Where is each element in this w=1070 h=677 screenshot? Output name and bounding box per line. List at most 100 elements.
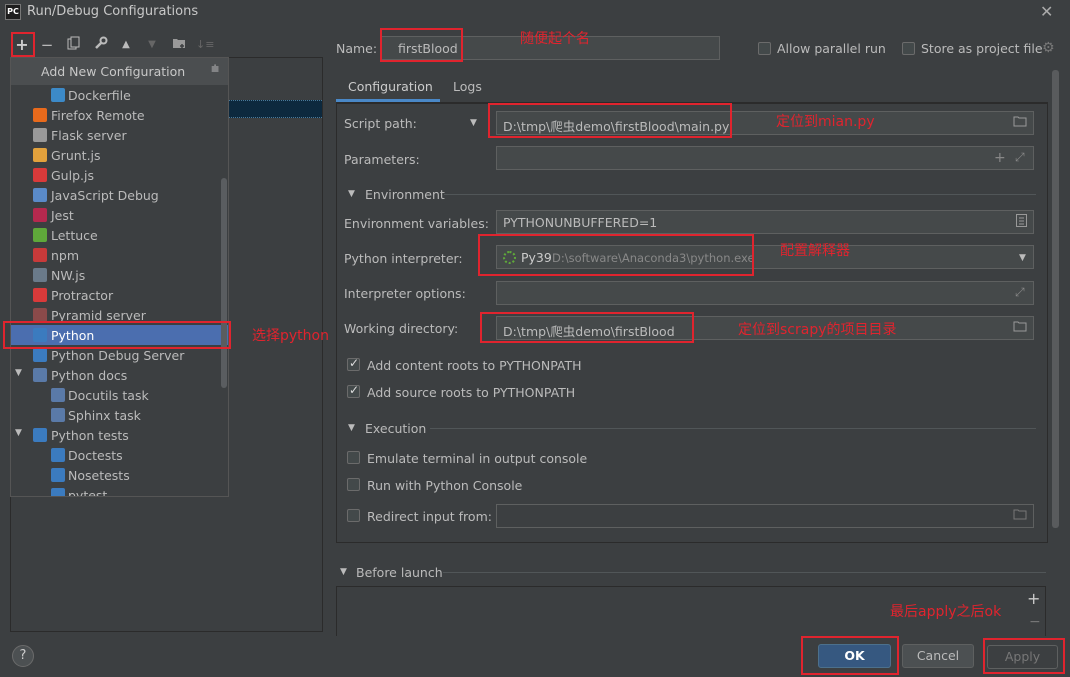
expand-icon[interactable]: ⤢: [1015, 150, 1025, 165]
form-scrollbar[interactable]: [1052, 70, 1059, 528]
env-vars-input[interactable]: PYTHONUNBUFFERED=1: [496, 210, 1034, 234]
help-button[interactable]: ?: [12, 645, 34, 667]
js-debug-icon: [33, 188, 47, 202]
python-debug-icon: [33, 348, 47, 362]
interpreter-dropdown-icon[interactable]: ▼: [1019, 253, 1026, 263]
popup-item-label: NW.js: [51, 268, 86, 283]
tab-configuration[interactable]: Configuration: [348, 79, 433, 94]
popup-item-pytest[interactable]: pytest: [11, 485, 228, 496]
execution-divider: [430, 428, 1036, 429]
parameters-input[interactable]: [496, 146, 1034, 170]
popup-item-label: Lettuce: [51, 228, 98, 243]
collapse-all-icon[interactable]: ⩧: [211, 61, 219, 77]
docker-icon: [51, 88, 65, 102]
python-highlight: [3, 321, 231, 349]
popup-item-sphinx-task[interactable]: Sphinx task: [11, 405, 228, 425]
expand-arrow-icon[interactable]: ▼: [15, 428, 22, 438]
folder-browse-icon[interactable]: [1013, 320, 1028, 335]
working-dir-highlight: [480, 312, 694, 343]
ok-highlight: [801, 636, 899, 675]
add-content-roots-checkbox[interactable]: [347, 356, 360, 371]
npm-icon: [33, 248, 47, 262]
script-type-dropdown-icon[interactable]: ▼: [470, 118, 477, 128]
jest-icon: [33, 208, 47, 222]
popup-scrollbar[interactable]: [221, 178, 227, 388]
add-source-roots-checkbox[interactable]: [347, 383, 360, 398]
store-project-label: Store as project file: [921, 41, 1043, 56]
popup-item-nw-js[interactable]: NW.js: [11, 265, 228, 285]
nwjs-icon: [33, 268, 47, 282]
popup-item-flask-server[interactable]: Flask server: [11, 125, 228, 145]
interpreter-options-input[interactable]: [496, 281, 1034, 305]
popup-item-gulp-js[interactable]: Gulp.js: [11, 165, 228, 185]
remove-configuration-button[interactable]: −: [38, 36, 56, 54]
working-dir-label: Working directory:: [344, 321, 459, 336]
grunt-icon: [33, 148, 47, 162]
allow-parallel-checkbox[interactable]: [758, 42, 771, 55]
execution-section-title: Execution: [365, 421, 427, 436]
redirect-input-checkbox[interactable]: [347, 509, 360, 522]
python-annotation: 选择python: [252, 328, 329, 344]
environment-collapse-icon[interactable]: ▼: [348, 189, 355, 199]
apply-highlight: [983, 638, 1065, 674]
python-tests-icon: [51, 488, 65, 496]
redirect-input-label: Redirect input from:: [367, 509, 492, 524]
emulate-terminal-checkbox[interactable]: [347, 451, 360, 464]
popup-item-python-docs[interactable]: ▼ Python docs: [11, 365, 228, 385]
folder-browse-icon[interactable]: [1013, 115, 1028, 130]
execution-collapse-icon[interactable]: ▼: [348, 423, 355, 433]
name-label: Name:: [336, 41, 378, 56]
add-content-roots-label: Add content roots to PYTHONPATH: [367, 358, 582, 373]
popup-item-label: Doctests: [68, 448, 123, 463]
close-icon[interactable]: ✕: [1040, 2, 1053, 21]
wrench-icon[interactable]: [92, 36, 110, 54]
before-launch-collapse-icon[interactable]: ▼: [340, 567, 347, 577]
expand-arrow-icon[interactable]: ▼: [15, 368, 22, 378]
add-parameter-icon[interactable]: +: [994, 150, 1006, 166]
new-folder-icon[interactable]: [170, 36, 188, 54]
parameters-label: Parameters:: [344, 152, 420, 167]
apply-annotation: 最后apply之后ok: [890, 604, 1002, 620]
popup-item-firefox-remote[interactable]: Firefox Remote: [11, 105, 228, 125]
docs-icon: [51, 388, 65, 402]
popup-item-javascript-debug[interactable]: JavaScript Debug: [11, 185, 228, 205]
expand-options-icon[interactable]: ⤢: [1015, 285, 1025, 300]
move-up-icon[interactable]: ▲: [117, 36, 135, 54]
move-down-icon: ▼: [148, 39, 156, 50]
copy-icon[interactable]: [65, 36, 83, 54]
popup-item-label: Jest: [51, 208, 74, 223]
popup-item-label: Nosetests: [68, 468, 130, 483]
name-highlight: [380, 28, 463, 62]
folder-browse-icon: [1013, 508, 1028, 523]
before-launch-title: Before launch: [356, 565, 443, 580]
popup-item-lettuce[interactable]: Lettuce: [11, 225, 228, 245]
popup-item-dockerfile[interactable]: Dockerfile: [11, 85, 228, 105]
popup-item-docutils-task[interactable]: Docutils task: [11, 385, 228, 405]
popup-item-nosetests[interactable]: Nosetests: [11, 465, 228, 485]
flask-icon: [33, 128, 47, 142]
popup-item-label: Gulp.js: [51, 168, 94, 183]
cancel-button[interactable]: Cancel: [902, 644, 974, 668]
popup-item-doctests[interactable]: Doctests: [11, 445, 228, 465]
pycharm-app-icon: PC: [5, 4, 21, 20]
tab-logs[interactable]: Logs: [453, 79, 482, 94]
gulp-icon: [33, 168, 47, 182]
gear-icon[interactable]: ⚙: [1042, 40, 1055, 56]
script-path-label: Script path:: [344, 116, 417, 131]
popup-item-label: Grunt.js: [51, 148, 101, 163]
python-tests-icon: [51, 448, 65, 462]
popup-item-label: Dockerfile: [68, 88, 131, 103]
popup-item-python-tests[interactable]: ▼ Python tests: [11, 425, 228, 445]
run-with-console-checkbox[interactable]: [347, 478, 360, 491]
store-project-checkbox[interactable]: [902, 42, 915, 55]
popup-item-jest[interactable]: Jest: [11, 205, 228, 225]
edit-env-icon[interactable]: [1016, 214, 1027, 230]
popup-item-label: JavaScript Debug: [51, 188, 159, 203]
popup-item-npm[interactable]: npm: [11, 245, 228, 265]
popup-item-protractor[interactable]: Protractor: [11, 285, 228, 305]
remove-task-icon: −: [1029, 614, 1041, 630]
env-vars-label: Environment variables:: [344, 216, 489, 231]
popup-item-grunt-js[interactable]: Grunt.js: [11, 145, 228, 165]
docs-icon: [51, 408, 65, 422]
add-task-icon[interactable]: +: [1027, 589, 1040, 608]
